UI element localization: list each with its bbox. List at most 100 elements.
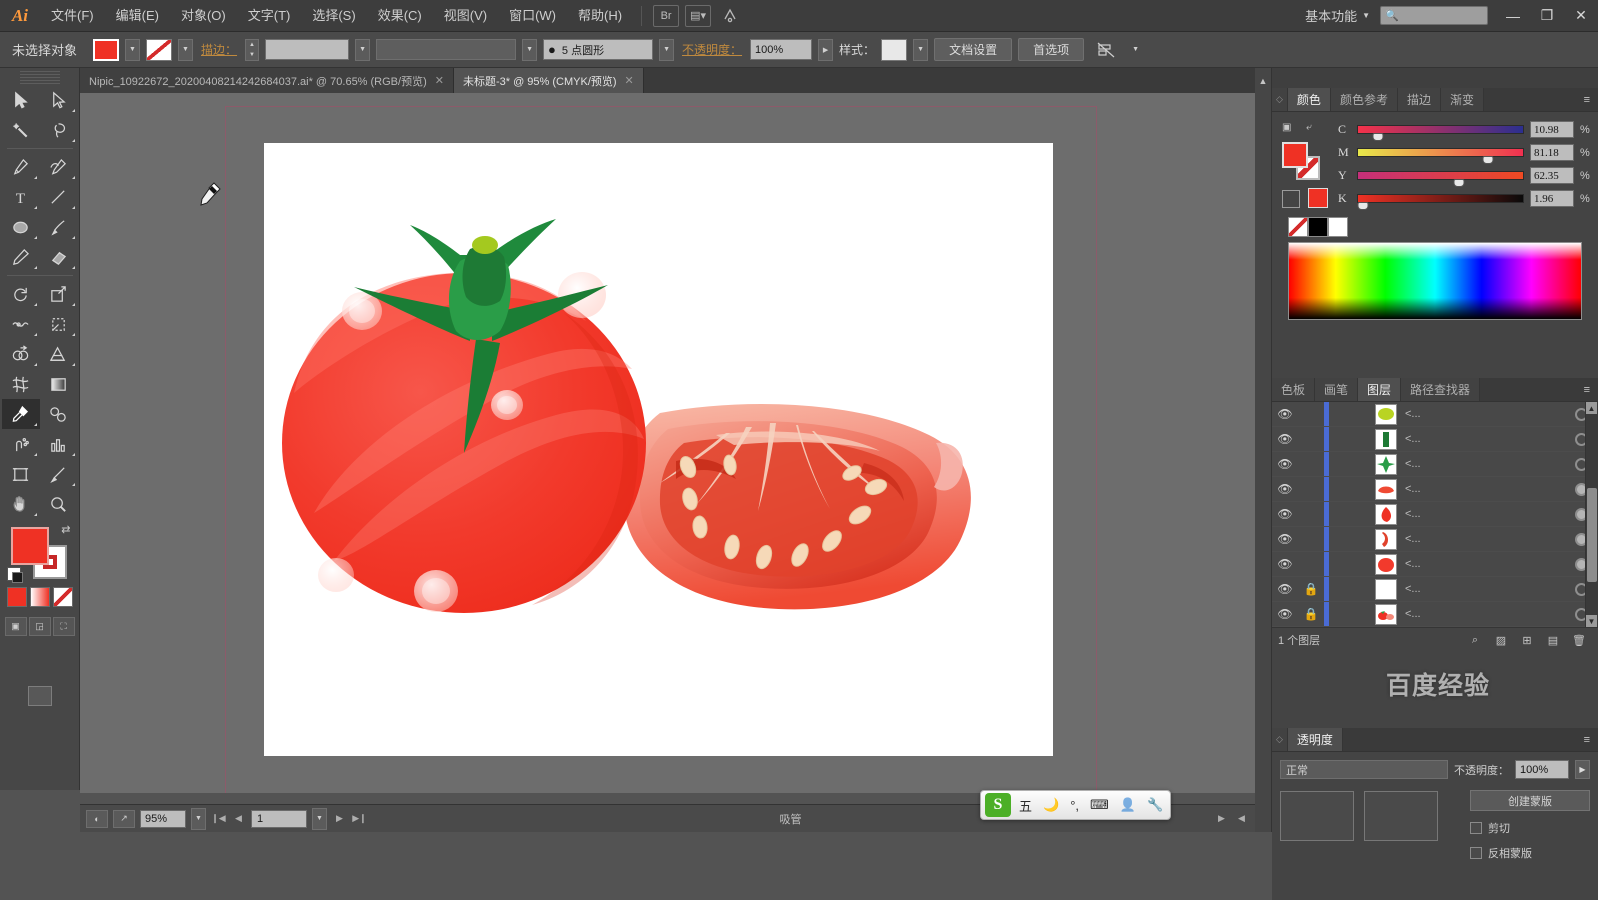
channel-slider-y[interactable] (1357, 171, 1524, 187)
wrench-icon[interactable]: 🔧 (1144, 797, 1166, 813)
swatch-white[interactable] (1328, 217, 1348, 237)
menu-edit[interactable]: 编辑(E) (105, 0, 170, 32)
panel-grip-icon[interactable]: ◇ (1272, 88, 1288, 111)
sogou-logo-icon[interactable]: S (985, 793, 1011, 817)
pen-tool[interactable] (2, 152, 40, 182)
menu-effect[interactable]: 效果(C) (367, 0, 433, 32)
tab-pathfinder[interactable]: 路径查找器 (1401, 378, 1481, 401)
invert-mask-checkbox[interactable] (1470, 847, 1482, 859)
eyedropper-tool[interactable] (1, 399, 40, 429)
paintbrush-tool[interactable] (40, 212, 78, 242)
opacity-field[interactable]: 100% (750, 39, 813, 60)
symbol-sprayer-tool[interactable] (2, 429, 40, 459)
eye-icon[interactable]: 👁 (1272, 557, 1298, 571)
tab-transparency[interactable]: 透明度 (1287, 728, 1343, 751)
stroke-weight-field[interactable] (265, 39, 350, 60)
none-mode-button[interactable] (52, 587, 73, 607)
locate-object-icon[interactable]: ⌕ (1462, 634, 1488, 647)
status-expand-icon[interactable]: ▶ (1214, 813, 1229, 824)
toolbar-grip[interactable] (19, 71, 60, 85)
opacity-dropdown-icon[interactable]: ▶ (1575, 760, 1590, 779)
line-segment-tool[interactable] (40, 182, 78, 212)
bridge-icon[interactable]: Br (653, 4, 680, 27)
lock-icon[interactable]: 🔒 (1298, 607, 1324, 621)
swap-fill-stroke-icon[interactable]: ⇄ (61, 523, 70, 536)
mesh-tool[interactable] (2, 369, 40, 399)
zoom-level-field[interactable]: 95% (140, 809, 186, 828)
close-icon[interactable]: ✕ (435, 74, 444, 87)
default-fill-stroke-icon[interactable] (6, 567, 23, 583)
document-tab-1[interactable]: Nipic_10922672_20200408214242684037.ai* … (80, 68, 454, 93)
object-thumbnail[interactable] (1280, 791, 1354, 841)
make-clipping-mask-icon[interactable]: ▨ (1488, 634, 1514, 647)
style-dropdown-icon[interactable]: ▼ (913, 38, 929, 61)
next-artboard-button[interactable]: ▶ (332, 813, 347, 824)
tab-color-guide[interactable]: 颜色参考 (1330, 88, 1398, 111)
panel-menu-icon[interactable]: ≡ (1576, 88, 1598, 111)
column-graph-tool[interactable] (40, 429, 78, 459)
clip-checkbox[interactable] (1470, 822, 1482, 834)
channel-slider-m[interactable] (1357, 148, 1524, 164)
eye-icon[interactable]: 👁 (1272, 457, 1298, 471)
full-screen-menu-mode-button[interactable]: ◲ (28, 617, 51, 636)
brush-dropdown-icon[interactable]: ▼ (659, 38, 675, 61)
soft-keyboard-icon[interactable]: ⌨ (1087, 797, 1112, 813)
channel-value-m[interactable]: 81.18 (1530, 144, 1574, 161)
artboard-tool[interactable] (2, 459, 40, 489)
swatch-black[interactable] (1308, 217, 1328, 237)
hand-tool[interactable] (2, 489, 40, 519)
tab-stroke[interactable]: 描边 (1397, 88, 1441, 111)
eye-icon[interactable]: 👁 (1272, 582, 1298, 596)
slice-tool[interactable] (40, 459, 78, 489)
tab-gradient[interactable]: 渐变 (1440, 88, 1484, 111)
eye-icon[interactable]: 👁 (1272, 482, 1298, 496)
toolbar-panel-toggle[interactable] (27, 686, 52, 706)
table-row[interactable]: 👁 <... (1272, 527, 1598, 552)
preferences-button[interactable]: 首选项 (1018, 38, 1085, 61)
zoom-tool[interactable] (40, 489, 78, 519)
table-row[interactable]: 👁 <... (1272, 402, 1598, 427)
shape-builder-tool[interactable] (2, 339, 40, 369)
clip-checkbox-row[interactable]: 剪切 (1470, 820, 1590, 836)
tab-swatches[interactable]: 色板 (1272, 378, 1316, 401)
tab-color[interactable]: 颜色 (1287, 88, 1331, 111)
channel-value-y[interactable]: 62.35 (1530, 167, 1574, 184)
last-artboard-button[interactable]: ▶❙ (352, 813, 367, 824)
direct-selection-tool[interactable] (40, 85, 78, 115)
stroke-weight-stepper[interactable]: ▲ ▼ (245, 38, 260, 61)
artboard-number-field[interactable]: 1 (251, 809, 307, 828)
channel-value-k[interactable]: 1.96 (1530, 190, 1574, 207)
eye-icon[interactable]: 👁 (1272, 532, 1298, 546)
first-artboard-button[interactable]: ❙◀ (211, 813, 226, 824)
normal-screen-mode-button[interactable]: ▣ (4, 617, 27, 636)
panel-grip-icon[interactable]: ◇ (1272, 728, 1288, 751)
channel-slider-c[interactable] (1357, 125, 1524, 141)
prev-artboard-button[interactable]: ◀ (231, 813, 246, 824)
dock-collapse-rail[interactable]: ▲ (1255, 68, 1272, 832)
gradient-mode-button[interactable] (29, 587, 50, 607)
artboard-dropdown-icon[interactable]: ▼ (312, 807, 327, 830)
channel-value-c[interactable]: 10.98 (1530, 121, 1574, 138)
table-row[interactable]: 👁 <... (1272, 477, 1598, 502)
eye-icon[interactable]: 👁 (1272, 432, 1298, 446)
layers-scroll-thumb[interactable] (1587, 487, 1597, 582)
brush-definition-field[interactable]: ● 5 点圆形 (543, 39, 654, 60)
menu-select[interactable]: 选择(S) (301, 0, 366, 32)
eraser-tool[interactable] (40, 242, 78, 272)
menu-view[interactable]: 视图(V) (433, 0, 498, 32)
tab-brushes[interactable]: 画笔 (1315, 378, 1359, 401)
swatch-none[interactable] (1288, 217, 1308, 237)
panel-menu-icon[interactable]: ≡ (1576, 728, 1598, 751)
lasso-tool[interactable] (40, 115, 78, 145)
canvas-area[interactable] (80, 93, 1255, 793)
moon-icon[interactable]: 🌙 (1040, 797, 1062, 813)
layers-list[interactable]: 👁 <... 👁 <... 👁 <... 👁 <... 👁 <... 👁 <..… (1272, 402, 1598, 627)
channel-knob-c[interactable] (1372, 133, 1384, 141)
user-icon[interactable]: 👤 (1117, 797, 1139, 813)
ime-mode-button[interactable]: 五 (1016, 796, 1035, 815)
opacity-dropdown-icon[interactable]: ▶ (818, 38, 834, 61)
fill-color-swatch[interactable] (10, 527, 49, 565)
free-transform-tool[interactable] (40, 309, 78, 339)
mask-thumbnail[interactable] (1364, 791, 1438, 841)
restore-button[interactable]: ❐ (1530, 0, 1564, 32)
